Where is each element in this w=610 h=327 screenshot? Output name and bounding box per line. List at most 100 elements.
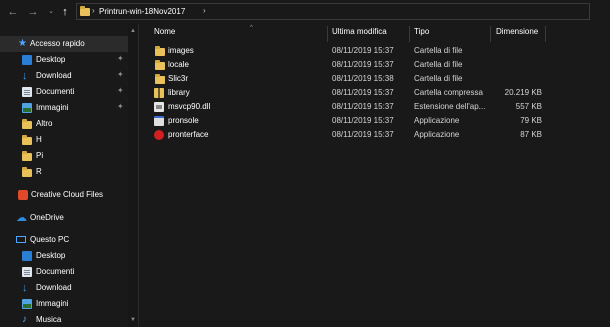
sidebar-item-label: Download	[36, 71, 72, 80]
zip-folder-icon	[154, 88, 164, 98]
onedrive-icon: ☁	[16, 212, 27, 224]
column-divider[interactable]	[409, 26, 410, 42]
sidebar-item-pc-documents[interactable]: Documenti	[0, 264, 128, 280]
file-row-pronsole[interactable]: pronsole 08/11/2019 15:37 Applicazione 7…	[140, 114, 610, 128]
folder-icon	[155, 60, 165, 70]
file-row-locale[interactable]: locale 08/11/2019 15:37 Cartella di file	[140, 58, 610, 72]
file-name: pronsole	[168, 116, 199, 125]
file-date: 08/11/2019 15:37	[332, 130, 394, 139]
column-divider[interactable]	[545, 26, 546, 42]
music-icon: ♪	[22, 314, 27, 325]
file-row-pronterface[interactable]: pronterface 08/11/2019 15:37 Applicazion…	[140, 128, 610, 142]
file-name: Slic3r	[168, 74, 189, 83]
breadcrumb-current[interactable]: Printrun-win-18Nov2017	[99, 7, 185, 16]
sidebar-item-pc-pictures[interactable]: Immagini	[0, 296, 128, 312]
folder-icon	[22, 119, 32, 129]
file-row-slic3r[interactable]: Slic3r 08/11/2019 15:38 Cartella di file	[140, 72, 610, 86]
file-date: 08/11/2019 15:38	[332, 74, 394, 83]
scroll-down-icon[interactable]: ▼	[130, 317, 136, 323]
forward-arrow-icon[interactable]: →	[26, 4, 40, 20]
recent-locations-chevron-icon[interactable]: ⌄	[44, 4, 58, 20]
sidebar-item-h[interactable]: H	[0, 132, 128, 148]
address-toolbar: ← → ⌄ ↑ › Printrun-win-18Nov2017 ›	[0, 0, 610, 24]
file-date: 08/11/2019 15:37	[332, 116, 394, 125]
sidebar-item-label: Pi	[36, 151, 44, 160]
sidebar-item-documents[interactable]: Documenti ✦	[0, 84, 128, 100]
sidebar-item-quick-access[interactable]: ★ Accesso rapido	[0, 36, 128, 52]
file-type: Applicazione	[414, 116, 460, 125]
folder-icon	[80, 6, 90, 16]
file-date: 08/11/2019 15:37	[332, 46, 394, 55]
documents-icon	[22, 87, 32, 97]
file-name: library	[168, 88, 190, 97]
folder-icon	[155, 74, 165, 84]
this-pc-icon	[16, 236, 26, 243]
sidebar-item-creative-cloud[interactable]: Creative Cloud Files	[0, 187, 128, 203]
pin-icon[interactable]: ✦	[117, 70, 124, 79]
column-divider[interactable]	[490, 26, 491, 42]
file-list: ^ Nome Ultima modifica Tipo Dimensione i…	[140, 24, 610, 327]
sidebar-item-desktop[interactable]: Desktop ✦	[0, 52, 128, 68]
sidebar-item-label: Documenti	[36, 87, 75, 96]
sidebar-item-altro[interactable]: Altro	[0, 116, 128, 132]
breadcrumb-separator-icon[interactable]: ›	[92, 6, 95, 15]
sidebar-item-label: Creative Cloud Files	[31, 190, 104, 199]
sidebar-item-this-pc[interactable]: Questo PC	[0, 232, 128, 248]
column-header-date[interactable]: Ultima modifica	[332, 27, 412, 40]
sidebar-item-r[interactable]: R	[0, 164, 128, 180]
creative-cloud-icon	[18, 190, 28, 200]
file-row-images[interactable]: images 08/11/2019 15:37 Cartella di file	[140, 44, 610, 58]
file-row-library[interactable]: library 08/11/2019 15:37 Cartella compre…	[140, 86, 610, 100]
column-divider[interactable]	[327, 26, 328, 42]
desktop-icon	[22, 55, 32, 65]
file-name: msvcp90.dll	[168, 102, 211, 111]
dll-file-icon	[154, 102, 164, 112]
pin-icon[interactable]: ✦	[117, 102, 124, 111]
sidebar-item-label: Questo PC	[30, 235, 70, 244]
file-type: Cartella compressa	[414, 88, 483, 97]
file-name: locale	[168, 60, 189, 69]
up-arrow-icon[interactable]: ↑	[58, 4, 72, 20]
column-header-type[interactable]: Tipo	[414, 27, 494, 40]
pin-icon[interactable]: ✦	[117, 86, 124, 95]
address-bar[interactable]: › Printrun-win-18Nov2017 ›	[76, 3, 590, 20]
pictures-icon	[22, 103, 32, 113]
pronterface-app-icon	[154, 130, 164, 140]
sidebar-item-pc-music[interactable]: ♪ Musica	[0, 312, 128, 327]
sidebar-item-label: Desktop	[36, 55, 66, 64]
scroll-up-icon[interactable]: ▲	[130, 28, 136, 34]
download-icon: ↓	[22, 282, 28, 294]
file-size: 79 KB	[520, 116, 542, 125]
sidebar-scrollbar[interactable]: ▲ ▼	[128, 24, 139, 327]
folder-icon	[22, 167, 32, 177]
sidebar-item-onedrive[interactable]: ☁ OneDrive	[0, 210, 128, 226]
file-type: Applicazione	[414, 130, 460, 139]
navigation-pane: ★ Accesso rapido Desktop ✦ ↓ Download ✦ …	[0, 24, 128, 327]
breadcrumb-separator-icon[interactable]: ›	[203, 6, 206, 15]
sidebar-item-label: R	[36, 167, 42, 176]
sidebar-item-pc-desktop[interactable]: Desktop	[0, 248, 128, 264]
download-icon: ↓	[22, 70, 28, 82]
sidebar-item-pictures[interactable]: Immagini ✦	[0, 100, 128, 116]
sidebar-item-label: OneDrive	[30, 213, 64, 222]
back-arrow-icon[interactable]: ←	[6, 4, 20, 20]
pin-icon[interactable]: ✦	[117, 54, 124, 63]
file-row-msvcp90[interactable]: msvcp90.dll 08/11/2019 15:37 Estensione …	[140, 100, 610, 114]
sidebar-item-label: H	[36, 135, 42, 144]
column-header-name[interactable]: ^ Nome	[154, 25, 330, 40]
file-size: 557 KB	[515, 102, 542, 111]
file-type: Cartella di file	[414, 74, 463, 83]
sort-ascending-icon: ^	[250, 25, 253, 31]
sidebar-item-label: Download	[36, 283, 72, 292]
column-header-size[interactable]: Dimensione	[496, 27, 546, 40]
file-type: Estensione dell'ap...	[414, 102, 486, 111]
sidebar-item-label: Altro	[36, 119, 53, 128]
sidebar-item-label: Documenti	[36, 267, 75, 276]
sidebar-item-download[interactable]: ↓ Download ✦	[0, 68, 128, 84]
file-date: 08/11/2019 15:37	[332, 88, 394, 97]
sidebar-item-pi[interactable]: Pi	[0, 148, 128, 164]
star-icon: ★	[18, 38, 27, 49]
pictures-icon	[22, 299, 32, 309]
sidebar-item-pc-download[interactable]: ↓ Download	[0, 280, 128, 296]
desktop-icon	[22, 251, 32, 261]
